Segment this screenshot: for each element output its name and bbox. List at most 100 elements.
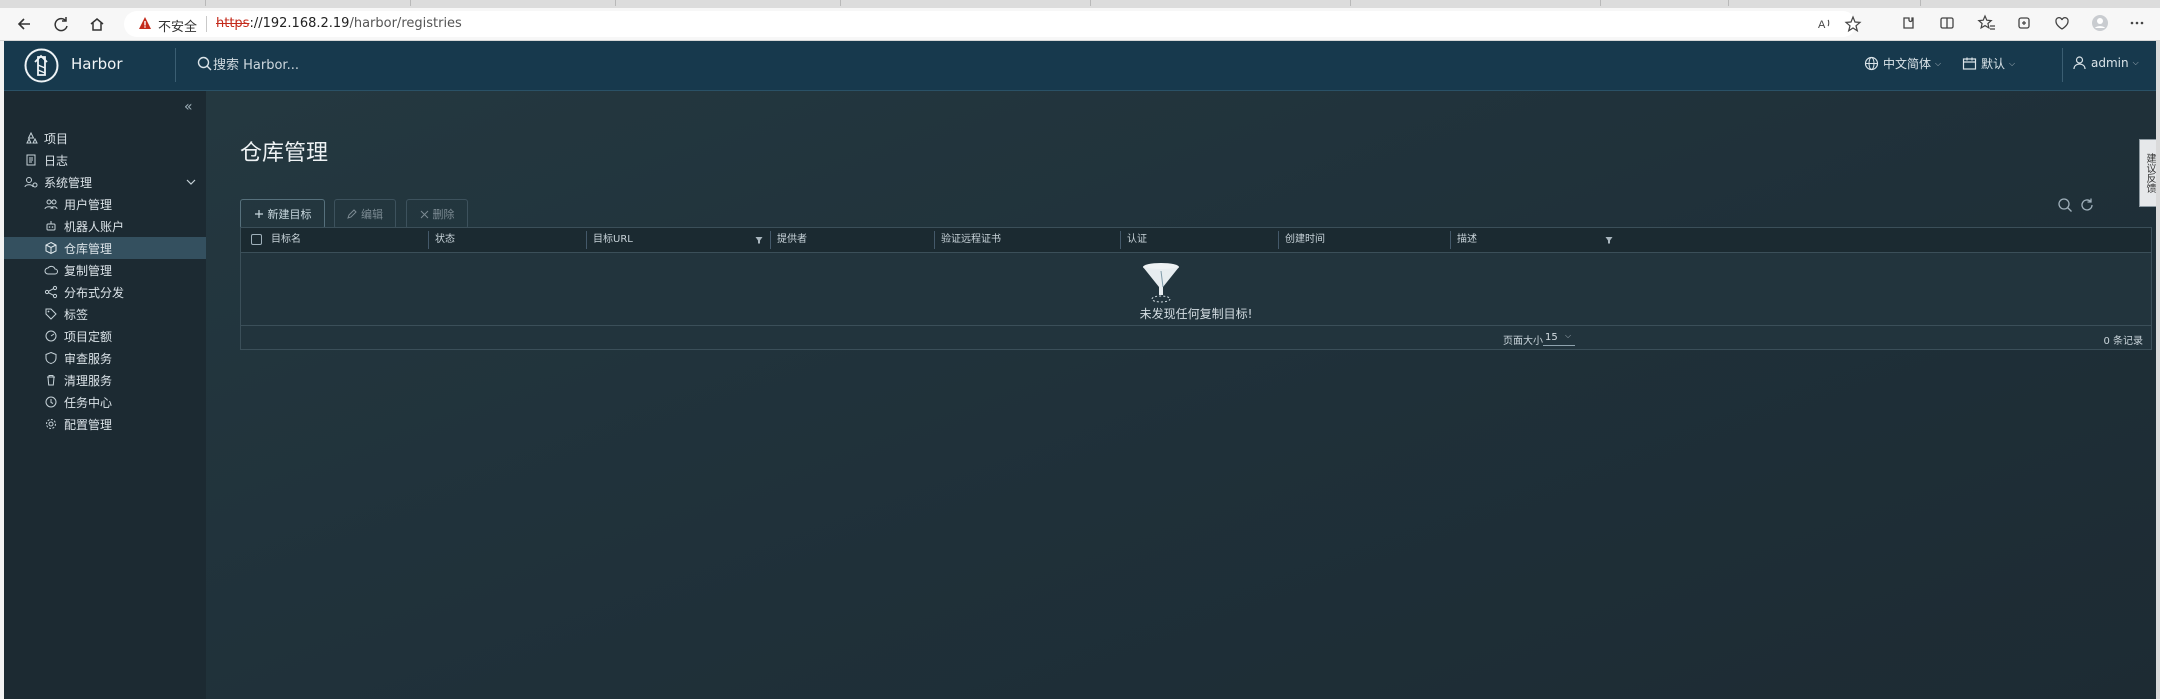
globe-icon — [1864, 56, 1879, 71]
sidebar-item-interrogation-services[interactable]: 审查服务 — [4, 347, 206, 369]
app-header: Harbor 中文简体 ⌵ 默认 ⌵ admin ⌵ — [4, 41, 2156, 91]
column-header-target-url[interactable]: 目标URL — [593, 228, 633, 252]
pencil-icon — [347, 209, 357, 219]
sidebar-item-projects[interactable]: 项目 — [4, 127, 206, 149]
delete-button[interactable]: 删除 — [406, 199, 468, 229]
tab-separator — [205, 0, 206, 6]
chevron-down-icon[interactable] — [186, 178, 196, 186]
home-icon[interactable] — [86, 13, 108, 35]
column-header-creation-time[interactable]: 创建时间 — [1285, 228, 1325, 252]
warning-icon — [139, 17, 151, 29]
tag-icon — [45, 308, 57, 320]
username: admin — [2091, 55, 2129, 70]
sidebar-item-clean-up[interactable]: 清理服务 — [4, 369, 206, 391]
total-records: 0 条记录 — [2103, 336, 2143, 347]
tab-separator — [1600, 0, 1601, 6]
new-target-button[interactable]: 新建目标 — [240, 199, 325, 229]
tab-separator — [410, 0, 411, 6]
sidebar-item-registries[interactable]: 仓库管理 — [4, 237, 206, 259]
sidebar: « 项目 日志系统管理用户管理机器人账户 仓库管理 复制管理 分布式分发 标签项目定额审查… — [4, 91, 206, 699]
favorites-icon[interactable] — [1975, 12, 1997, 34]
sidebar-item-replications[interactable]: 复制管理 — [4, 259, 206, 281]
sidebar-item-label: 系统管理 — [44, 175, 93, 190]
column-separator[interactable] — [1450, 231, 1451, 249]
header-divider — [2062, 48, 2063, 82]
sidebar-item-logs[interactable]: 日志 — [4, 149, 206, 171]
url-scheme: https — [216, 16, 250, 31]
column-separator[interactable] — [586, 231, 587, 249]
sidebar-item-configuration[interactable]: 配置管理 — [4, 413, 206, 435]
header-divider — [175, 48, 176, 82]
sidebar-item-administration[interactable]: 系统管理 — [4, 171, 206, 193]
user-icon — [2073, 56, 2086, 70]
new-target-label: 新建目标 — [267, 208, 312, 221]
column-header-description[interactable]: 描述 — [1457, 228, 1477, 252]
sidebar-item-labels[interactable]: 标签 — [4, 303, 206, 325]
column-header-status[interactable]: 状态 — [435, 228, 455, 252]
window-edge — [2156, 41, 2160, 699]
column-separator[interactable] — [770, 231, 771, 249]
browser-essentials-icon[interactable] — [2051, 12, 2073, 34]
split-screen-icon[interactable] — [1936, 12, 1958, 34]
global-search-input[interactable] — [213, 54, 473, 76]
refresh-icon[interactable] — [2079, 197, 2095, 213]
column-separator[interactable] — [1120, 231, 1121, 249]
user-menu[interactable]: admin ⌵ — [2072, 55, 2139, 70]
more-menu-icon[interactable] — [2126, 12, 2148, 34]
harbor-app: Harbor 中文简体 ⌵ 默认 ⌵ admin ⌵ « 项目日志系统管理用户管… — [4, 41, 2156, 699]
tab-separator — [1350, 0, 1351, 6]
calendar-icon — [1962, 57, 1977, 70]
url-text[interactable]: https://192.168.2.19/harbor/registries — [216, 16, 462, 31]
theme-switcher[interactable]: 默认 ⌵ — [1962, 55, 2015, 72]
sidebar-item-project-quotas[interactable]: 项目定额 — [4, 325, 206, 347]
harbor-logo-icon[interactable] — [24, 48, 59, 83]
projects-icon — [26, 131, 38, 144]
extensions-icon[interactable] — [1897, 12, 1919, 34]
language-switcher[interactable]: 中文简体 ⌵ — [1864, 55, 1941, 72]
main-content: 仓库管理 新建目标 编辑 删除 目标名 状态 目标URL 提供者 验证远程证书 认证 创建时… — [206, 91, 2156, 699]
sidebar-item-label: 清理服务 — [64, 373, 113, 388]
sidebar-item-label: 项目定额 — [64, 329, 113, 344]
filter-icon[interactable] — [1605, 236, 1613, 244]
language-label: 中文简体 — [1883, 57, 1932, 71]
column-separator[interactable] — [428, 231, 429, 249]
select-all-checkbox[interactable] — [251, 234, 262, 245]
svg-text:A: A — [1818, 19, 1826, 31]
tab-separator — [1920, 0, 1921, 6]
collections-icon[interactable] — [2013, 12, 2035, 34]
security-label[interactable]: 不安全 — [158, 16, 197, 35]
column-separator[interactable] — [934, 231, 935, 249]
sidebar-item-label: 配置管理 — [64, 417, 113, 432]
tab-separator — [1090, 0, 1091, 6]
filter-icon[interactable] — [755, 236, 763, 244]
tab-separator — [1728, 0, 1729, 6]
sidebar-item-distributions[interactable]: 分布式分发 — [4, 281, 206, 303]
column-header-auth[interactable]: 认证 — [1127, 228, 1147, 252]
sidebar-item-label: 用户管理 — [64, 197, 113, 212]
chevron-down-icon: ⌵ — [1935, 58, 1942, 68]
profile-icon[interactable] — [2089, 12, 2111, 34]
url-path: /harbor/registries — [349, 16, 462, 31]
sidebar-item-robot-accounts[interactable]: 机器人账户 — [4, 215, 206, 237]
edit-button[interactable]: 编辑 — [334, 199, 396, 229]
url-bar[interactable]: 不安全 https://192.168.2.19/harbor/registri… — [124, 11, 1862, 37]
browser-tab-strip — [0, 0, 2160, 8]
back-icon[interactable] — [14, 13, 36, 35]
column-header-provider[interactable]: 提供者 — [777, 228, 807, 252]
column-separator[interactable] — [1278, 231, 1279, 249]
sidebar-item-job-service[interactable]: 任务中心 — [4, 391, 206, 413]
favorite-star-icon[interactable] — [1842, 13, 1864, 35]
sidebar-item-users[interactable]: 用户管理 — [4, 193, 206, 215]
column-header-verify-remote-cert[interactable]: 验证远程证书 — [941, 228, 1001, 252]
feedback-tab[interactable]: 建议反馈 — [2139, 139, 2156, 207]
app-brand-name[interactable]: Harbor — [71, 55, 123, 73]
read-aloud-icon[interactable]: A — [1814, 13, 1836, 35]
chevron-down-icon: ⌵ — [1565, 331, 1572, 340]
delete-label: 删除 — [432, 208, 455, 221]
refresh-icon[interactable] — [50, 13, 72, 35]
collapse-sidebar-icon[interactable]: « — [184, 99, 193, 115]
edit-label: 编辑 — [361, 208, 383, 221]
page-size-select[interactable]: 15 ⌵ — [1543, 329, 1575, 346]
column-header-target-name[interactable]: 目标名 — [271, 228, 301, 252]
search-icon[interactable] — [2057, 197, 2073, 213]
